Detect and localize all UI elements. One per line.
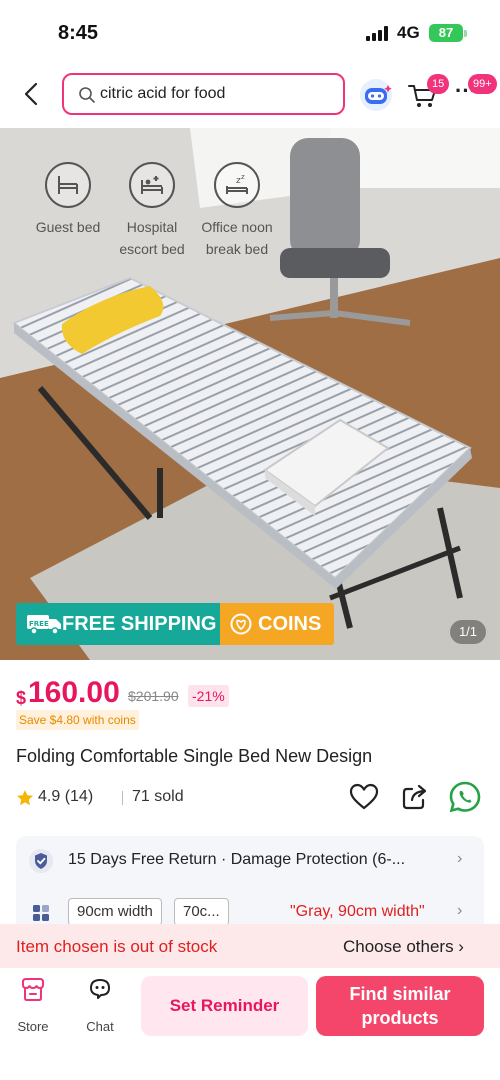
- find-similar-button[interactable]: Find similar products: [316, 976, 484, 1036]
- shield-check-icon: [29, 849, 53, 873]
- variant-chip[interactable]: 70c...: [174, 898, 229, 926]
- feature-label-line1: Office noon: [201, 219, 273, 235]
- coin-icon: [230, 613, 252, 635]
- truck-icon: FREE: [27, 615, 61, 635]
- variant-grid-icon: [33, 905, 49, 921]
- original-price: $201.90: [128, 688, 179, 704]
- find-similar-label-line1: Find similar: [349, 984, 451, 1004]
- chat-label: Chat: [86, 1019, 114, 1034]
- product-image[interactable]: Guest bed Hospital escort bed zz Office n…: [0, 128, 500, 660]
- share-button[interactable]: [400, 782, 430, 812]
- store-button[interactable]: Store: [7, 976, 59, 1034]
- battery-cap: [464, 30, 467, 37]
- chevron-left-icon: [24, 82, 38, 106]
- image-page-indicator: 1/1: [450, 620, 486, 644]
- variant-chip[interactable]: 90cm width: [68, 898, 162, 926]
- share-icon: [402, 784, 427, 810]
- heart-icon: [349, 783, 379, 810]
- out-of-stock-banner: Item chosen is out of stock Choose other…: [0, 924, 500, 968]
- chevron-right-icon: ›: [457, 902, 463, 919]
- star-icon: [17, 790, 33, 806]
- selected-variant: "Gray, 90cm width": [290, 903, 425, 920]
- nap-icon: zz: [214, 162, 260, 208]
- return-policy-text: 15 Days Free Return · Damage Protection …: [68, 851, 406, 868]
- feature-label-line2: break bed: [205, 241, 269, 257]
- back-button[interactable]: [16, 78, 48, 110]
- hospital-bed-icon: [129, 162, 175, 208]
- rating-value[interactable]: 4.9 (14): [38, 788, 93, 806]
- coins-label: COINS: [258, 613, 322, 635]
- cart-count-badge: 15: [427, 74, 450, 94]
- svg-text:z: z: [241, 173, 245, 181]
- search-input[interactable]: citric acid for food: [62, 73, 345, 115]
- out-of-stock-message: Item chosen is out of stock: [16, 937, 218, 956]
- coins-badge: COINS: [220, 603, 334, 645]
- whatsapp-icon: [449, 781, 481, 813]
- free-shipping-label: FREE SHIPPING: [62, 613, 217, 635]
- bed-icon: [45, 162, 91, 208]
- network-label: 4G: [397, 23, 420, 42]
- find-similar-label-line2: products: [361, 1008, 439, 1028]
- choose-others-label: Choose others: [343, 937, 454, 956]
- free-tag: FREE: [29, 620, 49, 628]
- bottom-action-bar: Store Chat Set Reminder Find similar pro…: [0, 968, 500, 1080]
- coins-savings-label: Save $4.80 with coins: [16, 710, 139, 730]
- header: citric acid for food 15 ··· 99+: [0, 70, 500, 120]
- rating-row: 4.9 (14) 71 sold: [16, 781, 486, 813]
- product-title: Folding Comfortable Single Bed New Desig…: [16, 746, 373, 766]
- feature-label-line1: Hospital: [126, 219, 178, 235]
- battery-icon: 87: [429, 24, 463, 42]
- free-shipping-badge: FREE FREE SHIPPING: [16, 603, 220, 645]
- sold-count: 71 sold: [132, 788, 184, 805]
- chat-button[interactable]: Chat: [74, 976, 126, 1034]
- feature-office-nap-bed: zz Office noon break bed: [187, 162, 287, 260]
- choose-others-link[interactable]: Choose others ›: [343, 937, 464, 957]
- search-icon: [79, 87, 95, 103]
- price-currency: $: [16, 688, 27, 708]
- store-icon: [22, 978, 44, 1001]
- set-reminder-button[interactable]: Set Reminder: [141, 976, 308, 1036]
- status-bar: 8:45 4G 87: [0, 0, 500, 62]
- ai-assistant-icon[interactable]: [358, 77, 394, 113]
- battery-level: 87: [438, 25, 454, 40]
- search-value: citric acid for food: [100, 85, 226, 102]
- chevron-right-icon: ›: [457, 850, 463, 867]
- status-time: 8:45: [58, 22, 99, 44]
- wishlist-button[interactable]: [348, 782, 380, 812]
- discount-badge: -21%: [188, 685, 229, 707]
- whatsapp-share-button[interactable]: [448, 780, 482, 814]
- store-label: Store: [17, 1019, 49, 1034]
- divider: [122, 791, 123, 805]
- messages-count-badge: 99+: [468, 74, 497, 94]
- chat-icon: [90, 979, 110, 999]
- feature-label-line2: escort bed: [119, 241, 185, 257]
- current-price: 160.00: [28, 676, 120, 709]
- signal-icon: [366, 26, 390, 41]
- feature-label: Office noon break bed: [187, 216, 287, 260]
